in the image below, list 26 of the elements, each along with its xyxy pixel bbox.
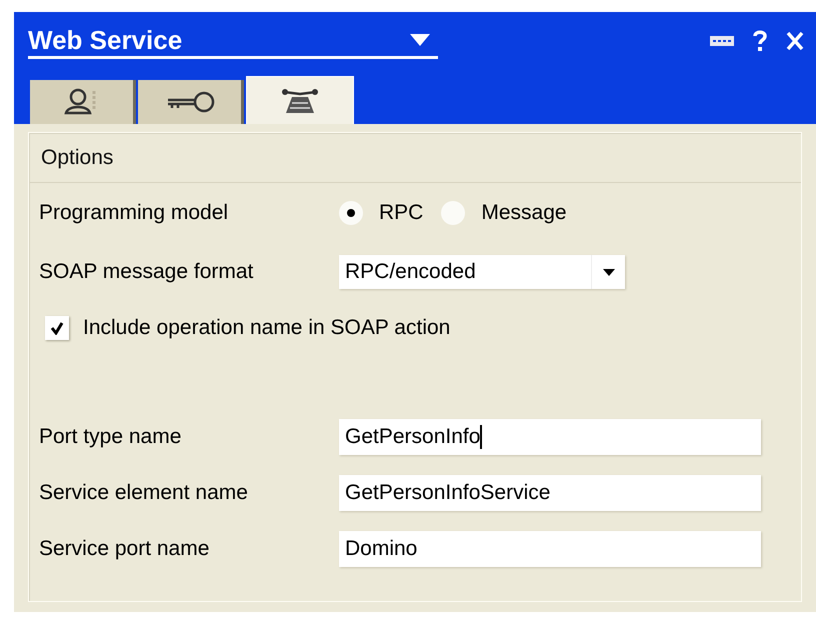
radio-button[interactable] — [339, 201, 363, 225]
field-label: SOAP message format — [39, 259, 254, 286]
field-label: Port type name — [39, 424, 182, 450]
radio-button[interactable] — [441, 201, 466, 225]
text-field[interactable]: GetPersonInfo — [339, 419, 761, 455]
field-label: Programming model — [39, 200, 230, 226]
keyboard-icon[interactable] — [710, 36, 734, 46]
checkbox[interactable] — [45, 316, 69, 340]
help-icon[interactable] — [752, 30, 768, 52]
radio-label: RPC — [379, 200, 424, 226]
checkbox-label: Include operation name in SOAP action — [83, 315, 450, 342]
caret-icon — [602, 268, 614, 276]
section-title: Options — [41, 144, 114, 171]
field-label: Service port name — [39, 536, 210, 562]
caret-icon — [410, 34, 430, 46]
checkmark-icon — [50, 321, 64, 335]
text-field[interactable]: GetPersonInfoService — [339, 475, 761, 511]
title-dropdown[interactable]: Web Service — [28, 23, 438, 59]
window-title: Web Service — [28, 26, 182, 52]
tab[interactable] — [138, 80, 244, 124]
radio-label: Message — [481, 200, 567, 226]
text-field[interactable]: Domino — [339, 531, 761, 567]
close-icon[interactable] — [786, 31, 804, 51]
field-label: Service element name — [39, 480, 249, 506]
tab[interactable] — [30, 80, 136, 124]
format-dropdown[interactable]: RPC/encoded — [339, 255, 625, 289]
